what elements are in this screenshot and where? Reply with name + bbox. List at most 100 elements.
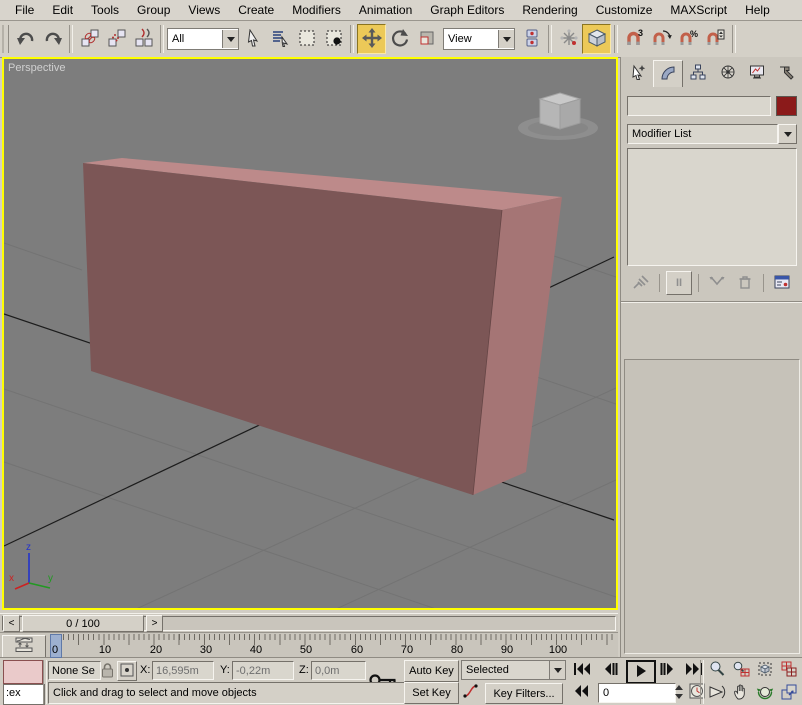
perspective-viewport[interactable]: z x y Perspective — [2, 57, 618, 611]
pan-button[interactable] — [730, 683, 752, 703]
select-and-manipulate-button[interactable] — [555, 25, 582, 53]
menu-create[interactable]: Create — [229, 1, 283, 19]
tab-utilities[interactable] — [772, 60, 800, 86]
configure-modifier-sets-button[interactable] — [770, 272, 794, 294]
previous-frame-button[interactable] — [600, 661, 622, 679]
zoom-button[interactable] — [706, 660, 728, 680]
modifier-list-dropdown[interactable]: Modifier List — [627, 124, 797, 144]
tab-create[interactable] — [624, 60, 652, 86]
make-unique-button[interactable] — [705, 272, 729, 294]
tab-hierarchy[interactable] — [684, 60, 712, 86]
zoom-extents-all-button[interactable] — [778, 660, 800, 680]
rectangular-selection-region-button[interactable] — [293, 25, 320, 53]
window-crossing-toggle-button[interactable] — [320, 25, 347, 53]
selection-lock-toggle[interactable] — [100, 662, 115, 681]
zoom-all-button[interactable] — [730, 660, 752, 680]
set-key-button[interactable]: Set Key — [404, 682, 459, 704]
manipulate-icon — [559, 28, 578, 50]
time-slider-next-button[interactable]: > — [146, 615, 163, 632]
menu-views[interactable]: Views — [179, 1, 229, 19]
menu-tools[interactable]: Tools — [82, 1, 128, 19]
modifier-list-arrow[interactable] — [778, 124, 797, 144]
menu-edit[interactable]: Edit — [43, 1, 82, 19]
selection-filter-dropdown[interactable]: All — [167, 28, 239, 50]
zoom-extents-button[interactable] — [754, 660, 776, 680]
tab-motion[interactable] — [714, 60, 742, 86]
maximize-viewport-toggle-button[interactable] — [778, 683, 800, 703]
pin-stack-button[interactable] — [629, 272, 653, 294]
viewcube[interactable] — [518, 92, 598, 140]
menu-customize[interactable]: Customize — [587, 1, 662, 19]
field-of-view-button[interactable] — [706, 683, 728, 703]
next-frame-button[interactable] — [656, 661, 678, 679]
menu-animation[interactable]: Animation — [350, 1, 421, 19]
menu-help[interactable]: Help — [736, 1, 779, 19]
select-and-rotate-button[interactable] — [386, 25, 413, 53]
make-unique-icon — [708, 274, 726, 293]
time-slider-button[interactable]: 0 / 100 — [22, 615, 144, 632]
bind-to-space-warp-button[interactable] — [130, 25, 157, 53]
play-button[interactable] — [626, 660, 656, 684]
angle-snap-toggle-button[interactable] — [648, 25, 675, 53]
menu-maxscript[interactable]: MAXScript — [661, 1, 736, 19]
default-in-out-tangents-button[interactable] — [461, 683, 481, 702]
menu-rendering[interactable]: Rendering — [513, 1, 586, 19]
select-by-name-button[interactable] — [266, 25, 293, 53]
absolute-offset-mode-toggle[interactable] — [117, 661, 137, 681]
go-to-start-button[interactable] — [570, 661, 594, 679]
current-frame-field[interactable]: 0 — [598, 683, 676, 703]
snap-toggle-3d-button[interactable]: 3 — [621, 25, 648, 53]
remove-modifier-button[interactable] — [733, 272, 757, 294]
tab-modify[interactable] — [653, 60, 684, 87]
select-and-move-button[interactable] — [357, 24, 386, 54]
axis-y-label: y — [48, 573, 53, 584]
z-coord-field[interactable]: 0,0m — [311, 661, 366, 680]
object-name-field[interactable] — [627, 96, 771, 116]
percent-snap-toggle-button[interactable]: % — [675, 25, 702, 53]
select-and-link-button[interactable] — [76, 25, 103, 53]
dropdown-arrow-icon — [498, 30, 514, 48]
arc-rotate-button[interactable] — [754, 683, 776, 703]
unlink-selection-button[interactable] — [103, 25, 130, 53]
undo-button[interactable] — [12, 25, 39, 53]
x-coord-field[interactable]: 16,595m — [152, 661, 214, 680]
menu-file[interactable]: File — [6, 1, 43, 19]
viewport-label[interactable]: Perspective — [8, 62, 65, 74]
menu-graph-editors[interactable]: Graph Editors — [421, 1, 513, 19]
menu-group[interactable]: Group — [128, 1, 179, 19]
box-front-face[interactable] — [83, 163, 502, 495]
modifier-stack-list[interactable] — [627, 148, 797, 266]
use-pivot-point-center-button[interactable] — [518, 25, 545, 53]
spinner-snap-toggle-button[interactable] — [702, 25, 729, 53]
macro-recorder-pane[interactable] — [3, 660, 43, 684]
track-bar[interactable]: 0 10 20 30 40 50 60 70 80 90 100 — [0, 632, 618, 658]
axis-tripod: z x y — [9, 542, 53, 590]
frame-spinner[interactable] — [673, 683, 685, 701]
time-slider-prev-button[interactable]: < — [3, 615, 20, 632]
toolbar-handle[interactable] — [2, 25, 9, 53]
auto-key-button[interactable]: Auto Key — [404, 660, 459, 682]
select-and-scale-button[interactable] — [413, 25, 440, 53]
snaps-toggle-button[interactable] — [582, 24, 611, 54]
utilities-icon — [778, 64, 794, 83]
object-color-swatch[interactable] — [776, 96, 797, 116]
key-filters-button[interactable]: Key Filters... — [485, 683, 563, 704]
listener-pane[interactable]: :ex — [3, 684, 45, 705]
ruler-label-20: 20 — [149, 644, 163, 656]
tab-display[interactable] — [743, 60, 771, 86]
pivot-center-icon — [523, 29, 541, 50]
y-coord-field[interactable]: -0,22m — [232, 661, 294, 680]
redo-icon — [43, 28, 63, 51]
status-bar: :ex None Se X: 16,595m Y: -0,22m Z: 0,0m… — [0, 657, 802, 705]
menu-modifiers[interactable]: Modifiers — [283, 1, 350, 19]
time-type-dropdown[interactable]: Selected — [461, 660, 566, 680]
show-end-result-button[interactable]: II — [666, 271, 692, 295]
link-icon — [80, 28, 100, 51]
redo-button[interactable] — [39, 25, 66, 53]
scale-icon — [418, 29, 436, 50]
key-mode-toggle-button[interactable] — [570, 683, 592, 701]
reference-coordsys-dropdown[interactable]: View — [443, 28, 515, 50]
box-object[interactable] — [83, 158, 562, 496]
select-object-button[interactable] — [239, 25, 266, 53]
open-mini-curve-editor-button[interactable] — [2, 635, 46, 658]
